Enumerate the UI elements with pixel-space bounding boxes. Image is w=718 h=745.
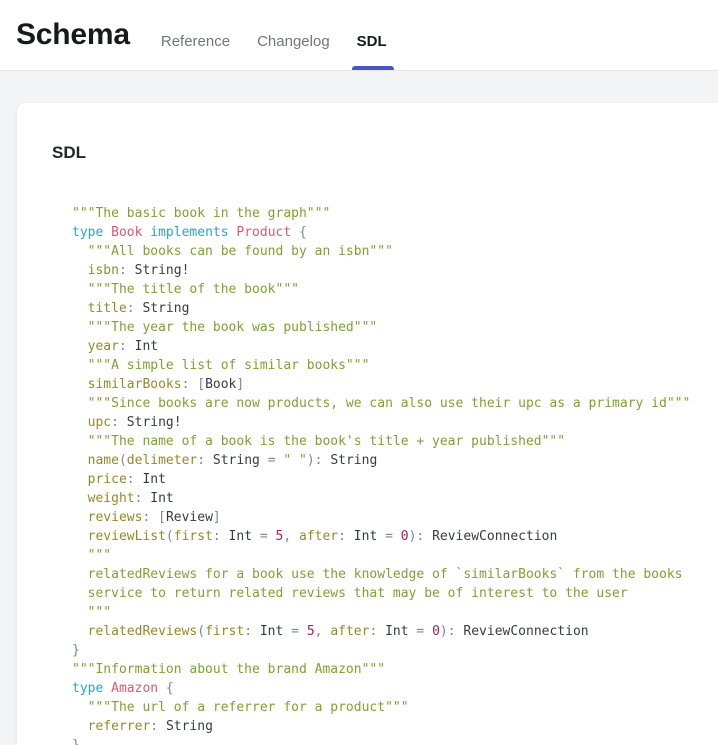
code-line: service to return related reviews that m… [72, 584, 698, 603]
code-line: weight: Int [72, 489, 698, 508]
code-line: referrer: String [72, 717, 698, 736]
code-line: title: String [72, 299, 698, 318]
code-line: similarBooks: [Book] [72, 375, 698, 394]
code-line: """All books can be found by an isbn""" [72, 242, 698, 261]
tab-changelog[interactable]: Changelog [257, 12, 330, 70]
code-line: relatedReviews for a book use the knowle… [72, 565, 698, 584]
code-line: """Since books are now products, we can … [72, 394, 698, 413]
sdl-code-block: """The basic book in the graph"""type Bo… [72, 204, 698, 745]
code-line: relatedReviews(first: Int = 5, after: In… [72, 622, 698, 641]
sdl-heading: SDL [52, 143, 698, 163]
code-line: } [72, 736, 698, 745]
code-line: upc: String! [72, 413, 698, 432]
sdl-card: SDL """The basic book in the graph"""typ… [17, 103, 718, 745]
page-header: Schema Reference Changelog SDL [0, 0, 718, 71]
code-line: """Information about the brand Amazon""" [72, 660, 698, 679]
tab-sdl-label: SDL [357, 33, 387, 50]
code-line: """A simple list of similar books""" [72, 356, 698, 375]
code-line: """The url of a referrer for a product""… [72, 698, 698, 717]
code-line: """ [72, 546, 698, 565]
code-line: isbn: String! [72, 261, 698, 280]
code-line: """The name of a book is the book's titl… [72, 432, 698, 451]
code-line: name(delimeter: String = " "): String [72, 451, 698, 470]
code-line: """ [72, 603, 698, 622]
tab-bar: Reference Changelog SDL [161, 0, 387, 70]
code-line: type Book implements Product { [72, 223, 698, 242]
code-line: """The basic book in the graph""" [72, 204, 698, 223]
code-line: year: Int [72, 337, 698, 356]
page-title: Schema [16, 18, 130, 52]
code-line: reviewList(first: Int = 5, after: Int = … [72, 527, 698, 546]
tab-sdl[interactable]: SDL [357, 12, 387, 70]
code-line: """The title of the book""" [72, 280, 698, 299]
tab-reference[interactable]: Reference [161, 12, 230, 70]
active-tab-underline [352, 66, 394, 70]
code-line: """The year the book was published""" [72, 318, 698, 337]
code-line: price: Int [72, 470, 698, 489]
code-line: reviews: [Review] [72, 508, 698, 527]
content-area: SDL """The basic book in the graph"""typ… [0, 71, 718, 745]
code-line: type Amazon { [72, 679, 698, 698]
code-line: } [72, 641, 698, 660]
